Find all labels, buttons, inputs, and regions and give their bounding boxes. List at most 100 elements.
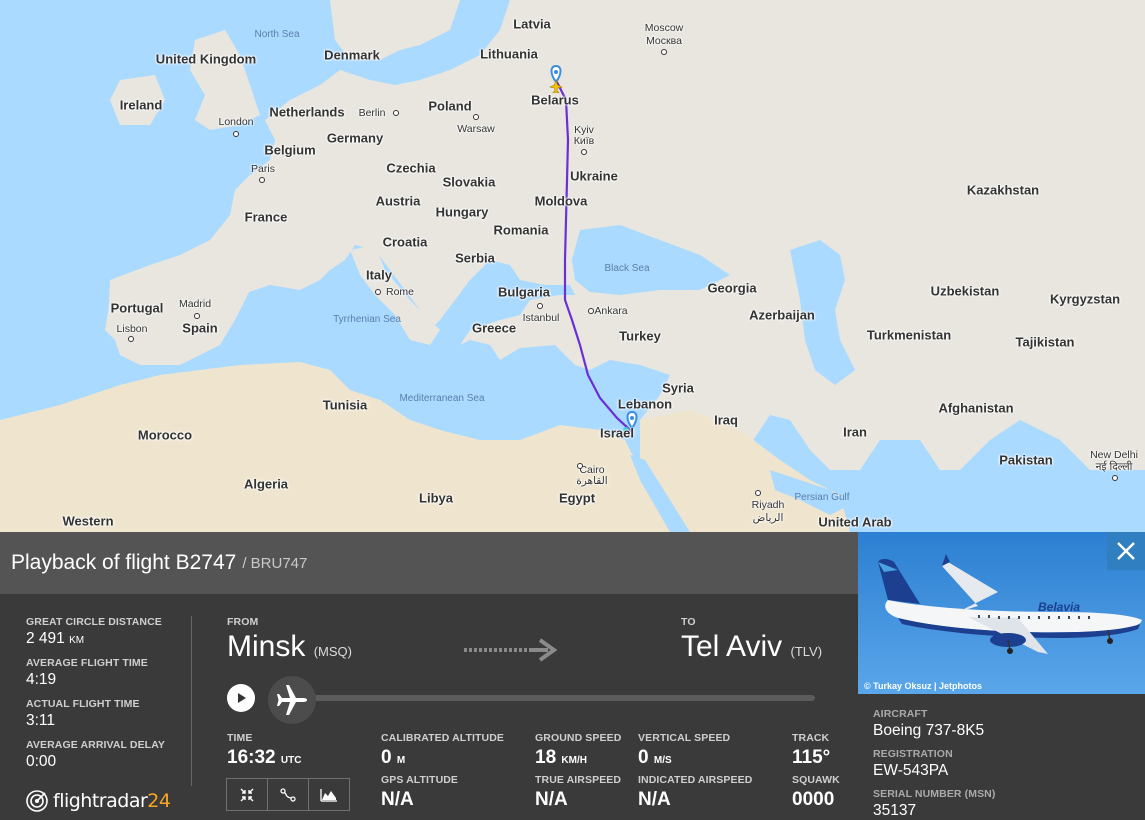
- map-label-belarus: Belarus: [531, 92, 579, 108]
- map-label-kazakhstan: Kazakhstan: [966, 182, 1040, 198]
- map-label-kyrgyzstan: Kyrgyzstan: [1049, 291, 1121, 307]
- metric-vertical-speed: VERTICAL SPEED 0 M/S: [638, 732, 730, 769]
- to-city-row: Tel Aviv (TLV): [681, 630, 822, 664]
- great-circle-unit: KM: [69, 635, 85, 646]
- map-label-austria: Austria: [375, 193, 421, 209]
- stat-value: 0:00: [26, 753, 57, 770]
- stat-label: ACTUAL FLIGHT TIME: [26, 698, 140, 710]
- play-button[interactable]: [227, 684, 255, 712]
- map-label-georgia: Georgia: [707, 280, 757, 296]
- metric-track: TRACK 115°: [792, 732, 830, 769]
- metric-label: TRACK: [792, 732, 830, 744]
- aircraft-serial: SERIAL NUMBER (MSN) 35137: [873, 788, 995, 820]
- map-city-cairo-arabic: القاهرة: [576, 474, 608, 487]
- map-canvas[interactable]: [0, 0, 1145, 532]
- stat-average-arrival-delay: AVERAGE ARRIVAL DELAY 0:00: [26, 739, 186, 771]
- stat-great-circle: GREAT CIRCLE DISTANCE 2 491 KM: [26, 616, 186, 648]
- vertical-speed-value: 0: [638, 747, 649, 768]
- stat-label: GREAT CIRCLE DISTANCE: [26, 616, 162, 628]
- logo-text-accent: 24: [147, 790, 171, 812]
- registration-value: EW-543PA: [873, 762, 949, 779]
- map-label-uzbekistan: Uzbekistan: [930, 283, 1000, 299]
- metric-indicated-airspeed: INDICATED AIRSPEED N/A: [638, 774, 752, 811]
- flightradar24-logo[interactable]: flightradar24: [26, 790, 171, 812]
- city-dot-riyadh: [755, 490, 761, 496]
- fit-view-button[interactable]: [227, 779, 268, 810]
- map-city-moscow: Moscow: [644, 21, 684, 34]
- stat-value: 4:19: [26, 671, 57, 688]
- map-sea-persian-gulf: Persian Gulf: [794, 492, 850, 503]
- map-label-denmark: Denmark: [324, 47, 380, 63]
- city-dot-paris: [259, 177, 265, 183]
- map-city-paris: Paris: [251, 162, 275, 175]
- map-city-istanbul: Istanbul: [522, 311, 560, 324]
- panel-header: Playback of flight B2747 / BRU747: [0, 532, 858, 594]
- map-view[interactable]: Latvia Lithuania Belarus Denmark United …: [0, 0, 1145, 532]
- great-circle-value: 2 491: [26, 630, 65, 647]
- flight-playback-panel: Playback of flight B2747 / BRU747 GREAT …: [0, 532, 858, 820]
- map-label-afghanistan: Afghanistan: [938, 400, 1014, 416]
- aircraft-info: AIRCRAFT Boeing 737-8K5 REGISTRATION EW-…: [873, 708, 995, 820]
- map-sea-mediterranean: Mediterranean Sea: [399, 393, 485, 404]
- map-label-poland: Poland: [428, 98, 472, 114]
- route-arrow-icon: [464, 638, 558, 662]
- metric-label: SQUAWK: [792, 774, 840, 786]
- map-label-portugal: Portugal: [110, 300, 164, 316]
- vertical-speed-unit: M/S: [653, 755, 672, 766]
- city-dot-london: [233, 131, 239, 137]
- flight-callsign: / BRU747: [242, 554, 308, 572]
- from-code: (MSQ): [313, 644, 352, 659]
- map-label-israel: Israel: [600, 425, 634, 441]
- metric-gps-altitude: GPS ALTITUDE N/A: [381, 774, 458, 811]
- map-city-riyadh: Riyadh: [751, 498, 785, 511]
- map-label-france: France: [244, 209, 288, 225]
- time-unit: UTC: [280, 755, 302, 766]
- metric-calibrated-altitude: CALIBRATED ALTITUDE 0 M: [381, 732, 504, 769]
- map-label-western: Western: [62, 513, 114, 529]
- close-button[interactable]: [1107, 532, 1145, 570]
- map-label-romania: Romania: [493, 222, 549, 238]
- metric-label: TIME: [227, 732, 253, 744]
- timeline-handle[interactable]: [268, 676, 316, 724]
- metric-label: VERTICAL SPEED: [638, 732, 731, 744]
- map-label-syria: Syria: [662, 380, 694, 396]
- photo-credit[interactable]: © Turkay Oksuz | Jetphotos: [864, 681, 982, 691]
- metric-time: TIME 16:32 UTC: [227, 732, 301, 769]
- map-label-iran: Iran: [843, 424, 867, 440]
- map-label-libya: Libya: [419, 490, 453, 506]
- livery-text: Belavia: [1038, 600, 1081, 614]
- metric-value: 115°: [792, 747, 831, 768]
- altitude-chart-button[interactable]: [309, 779, 349, 810]
- city-dot-new-delhi: [1112, 475, 1118, 481]
- flight-stats: GREAT CIRCLE DISTANCE 2 491 KM AVERAGE F…: [26, 616, 186, 780]
- altitude-chart-icon: [320, 788, 337, 802]
- map-city-berlin: Berlin: [358, 106, 386, 119]
- aircraft-photo[interactable]: Belavia © Turkay Oksuz | Jetphotos: [858, 532, 1145, 694]
- flight-title: Playback of flight B2747: [11, 551, 237, 574]
- map-label-egypt: Egypt: [558, 490, 596, 506]
- route-button[interactable]: [268, 779, 309, 810]
- play-icon: [238, 693, 246, 703]
- map-label-czechia: Czechia: [386, 160, 436, 176]
- city-dot-rome: [375, 289, 381, 295]
- metric-label: CALIBRATED ALTITUDE: [381, 732, 505, 744]
- map-label-serbia: Serbia: [455, 250, 495, 266]
- map-sea-tyrrhenian: Tyrrhenian Sea: [333, 314, 401, 325]
- map-sea-north-sea: North Sea: [254, 29, 300, 40]
- from-city: Minsk: [227, 630, 306, 663]
- stat-label: AVERAGE FLIGHT TIME: [26, 657, 148, 669]
- metric-value: 0 M/S: [638, 747, 730, 769]
- metric-value: 0000: [792, 789, 835, 810]
- serial-value: 35137: [873, 802, 917, 819]
- aircraft-type: AIRCRAFT Boeing 737-8K5: [873, 708, 995, 740]
- map-label-bulgaria: Bulgaria: [497, 284, 551, 300]
- map-city-kyiv: Kyiv: [574, 123, 594, 136]
- map-city-new-delhi-hindi: नई दिल्ली: [1095, 460, 1133, 473]
- serial-label: SERIAL NUMBER (MSN): [873, 788, 996, 800]
- playback-timeline[interactable]: [300, 695, 815, 701]
- aircraft-value: Boeing 737-8K5: [873, 722, 985, 739]
- map-city-rome: Rome: [385, 285, 415, 298]
- map-label-latvia: Latvia: [513, 16, 551, 32]
- to-label: TO: [681, 616, 696, 628]
- aircraft-photo-image: [858, 532, 1145, 694]
